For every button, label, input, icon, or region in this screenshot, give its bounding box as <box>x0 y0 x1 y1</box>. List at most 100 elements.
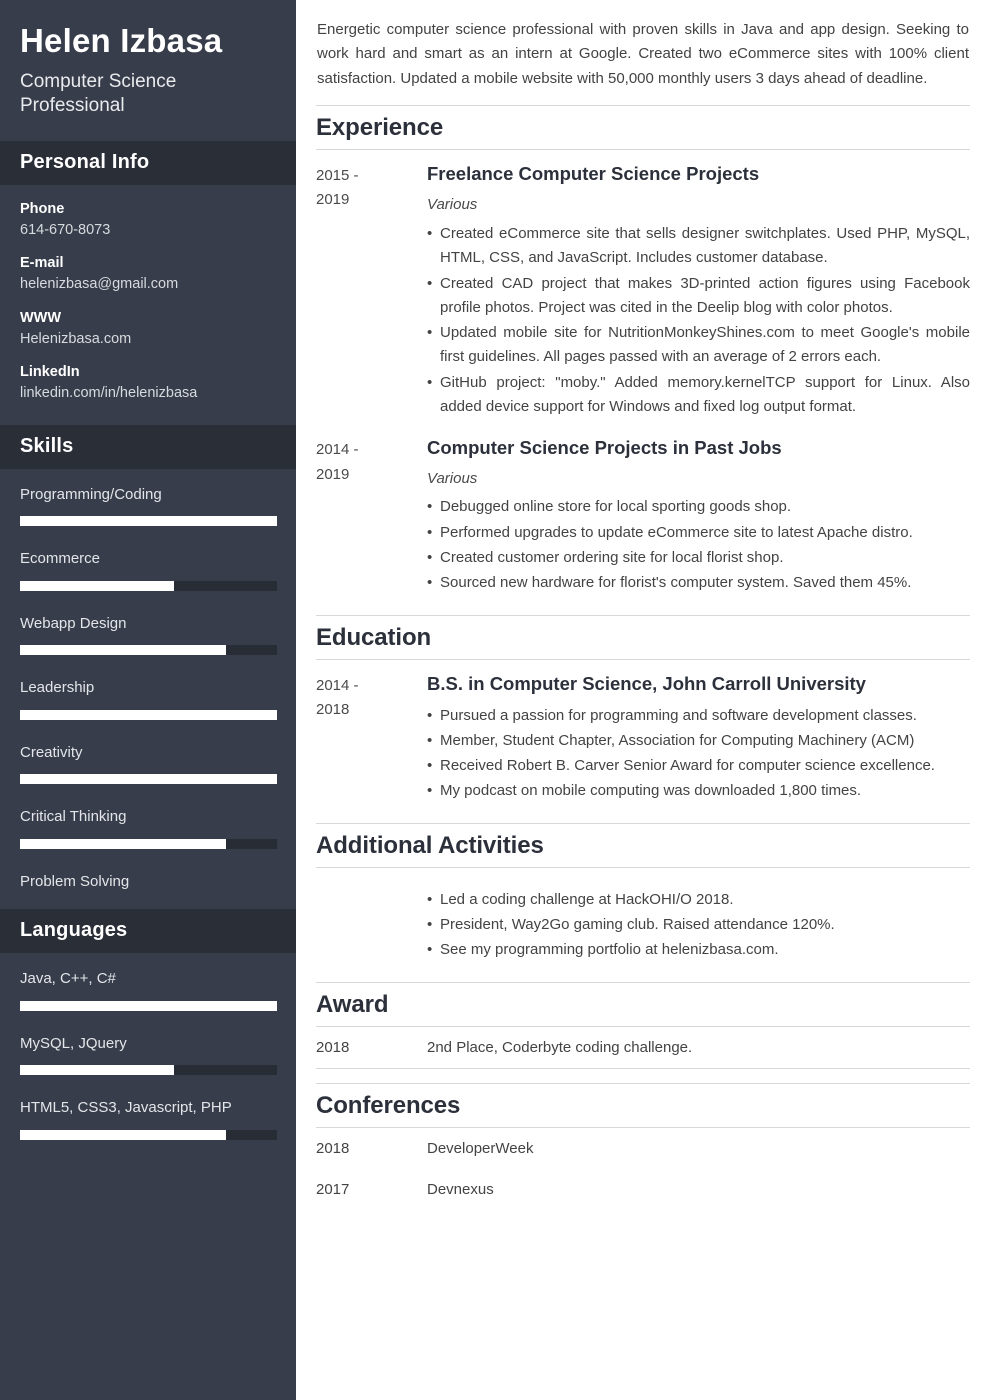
entry-title: Computer Science Projects in Past Jobs <box>427 437 782 459</box>
skill-label: Webapp Design <box>20 614 127 632</box>
personal-info-title: Personal Info <box>20 150 150 173</box>
skill-item: Creativity <box>20 743 277 785</box>
language-bar-track <box>20 1065 277 1076</box>
skill-bar-track <box>20 516 277 527</box>
section-title-wrap: Experience <box>316 104 970 150</box>
section-title-experience: Experience <box>316 113 444 141</box>
entry-body: Computer Science Projects in Past Jobs V… <box>427 436 970 596</box>
entry-date: 2015 - 2019 <box>316 162 427 420</box>
contact-item-phone: Phone 614-670-8073 <box>20 201 276 241</box>
entry-bullets: Pursued a passion for programming and so… <box>427 704 970 804</box>
contact-value[interactable]: helenizbasa@gmail.com <box>20 275 276 295</box>
conference-row: 2018 DeveloperWeek <box>316 1128 970 1169</box>
sidebar-header: Helen Izbasa Computer Science Profession… <box>0 0 296 141</box>
entry-subtitle: Various <box>427 470 478 488</box>
language-bar-track <box>20 1000 277 1011</box>
entry-date-from: 2014 - <box>316 441 359 459</box>
skill-label: Ecommerce <box>20 550 101 568</box>
bullet-item: Pursued a passion for programming and so… <box>427 704 970 729</box>
skills-list: Programming/Coding Ecommerce Webapp Desi… <box>0 469 296 910</box>
language-bar-track <box>20 1129 277 1140</box>
conference-date: 2017 <box>316 1181 350 1199</box>
contact-label: E-mail <box>20 255 64 272</box>
resume-document: Helen Izbasa Computer Science Profession… <box>0 0 990 1400</box>
section-title-wrap: Award <box>316 981 970 1027</box>
language-item: MySQL, JQuery <box>20 1034 277 1076</box>
entry-date-to: 2019 <box>316 465 350 483</box>
skill-label: Problem Solving <box>20 872 130 890</box>
contact-label: Phone <box>20 200 65 217</box>
language-label: Java, C++, C# <box>20 970 116 988</box>
entry-bullets: Led a coding challenge at HackOHI/O 2018… <box>427 888 970 963</box>
summary-paragraph: Energetic computer science professional … <box>317 21 969 87</box>
skill-bar-track <box>20 645 277 656</box>
entry-bullets: Debugged online store for local sporting… <box>427 495 970 595</box>
personal-info-list: Phone 614-670-8073 E-mail helenizbasa@gm… <box>0 185 296 425</box>
bullet-item: See my programming portfolio at helenizb… <box>427 938 970 963</box>
entry-date-empty <box>316 880 427 964</box>
entry-subtitle: Various <box>427 195 478 213</box>
skill-label: Critical Thinking <box>20 808 127 826</box>
entry-title: B.S. in Computer Science, John Carroll U… <box>427 672 866 694</box>
entry-date-from: 2015 - <box>316 166 359 184</box>
section-title-wrap: Education <box>316 614 970 660</box>
entry-date: 2014 - 2018 <box>316 672 427 805</box>
bullet-item: Created eCommerce site that sells design… <box>427 222 970 271</box>
language-label: HTML5, CSS3, Javascript, PHP <box>20 1099 232 1117</box>
conference-row: 2017 Devnexus <box>316 1169 970 1210</box>
entry-date-to: 2019 <box>316 191 350 209</box>
experience-entry: 2014 - 2019 Computer Science Projects in… <box>316 424 970 600</box>
education-entry: 2014 - 2018 B.S. in Computer Science, Jo… <box>316 660 970 809</box>
experience-entry: 2015 - 2019 Freelance Computer Science P… <box>316 150 970 424</box>
contact-value: 614-670-8073 <box>20 221 111 238</box>
bullet-item: Updated mobile site for NutritionMonkeyS… <box>427 321 970 370</box>
language-label: MySQL, JQuery <box>20 1034 127 1052</box>
skill-item: Leadership <box>20 678 277 720</box>
skill-label: Creativity <box>20 743 83 761</box>
bullet-item: Created CAD project that makes 3D-printe… <box>427 272 970 321</box>
entry-body: Freelance Computer Science Projects Vari… <box>427 162 970 420</box>
skill-bar-fill <box>20 838 226 849</box>
skill-item: Webapp Design <box>20 614 277 656</box>
bullet-item: Created customer ordering site for local… <box>427 546 970 571</box>
language-bar-fill <box>20 1065 175 1076</box>
contact-item-email: E-mail helenizbasa@gmail.com <box>20 255 276 295</box>
skill-bar-track <box>20 838 277 849</box>
sidebar: Helen Izbasa Computer Science Profession… <box>0 0 296 1400</box>
skill-item: Programming/Coding <box>20 485 277 527</box>
bullet-item: Member, Student Chapter, Association for… <box>427 729 970 754</box>
entry-date: 2014 - 2019 <box>316 436 427 596</box>
skill-bar-fill <box>20 709 277 720</box>
section-title-wrap: Additional Activities <box>316 822 970 868</box>
skills-title: Skills <box>20 434 74 457</box>
section-title-conferences: Conferences <box>316 1091 461 1119</box>
skill-item: Problem Solving <box>20 872 276 892</box>
entry-title: Freelance Computer Science Projects <box>427 162 760 184</box>
award-text: 2nd Place, Coderbyte coding challenge. <box>427 1038 693 1056</box>
skill-item: Ecommerce <box>20 549 277 591</box>
bullet-item: Led a coding challenge at HackOHI/O 2018… <box>427 888 970 913</box>
sidebar-section-header-skills: Skills <box>0 424 296 469</box>
section-conferences: Conferences 2018 DeveloperWeek 2017 Devn… <box>316 1082 970 1211</box>
conference-text: Devnexus <box>427 1181 494 1199</box>
entry-body: B.S. in Computer Science, John Carroll U… <box>427 672 970 805</box>
skill-bar-track <box>20 580 277 591</box>
contact-label: LinkedIn <box>20 364 80 381</box>
contact-value[interactable]: linkedin.com/in/helenizbasa <box>20 384 276 404</box>
sidebar-section-header-personal-info: Personal Info <box>0 140 296 185</box>
section-title-wrap: Conferences <box>316 1082 970 1128</box>
skill-bar-fill <box>20 645 226 656</box>
language-bar-fill <box>20 1000 277 1011</box>
section-title-education: Education <box>316 623 432 651</box>
contact-value[interactable]: Helenizbasa.com <box>20 330 276 350</box>
skill-bar-fill <box>20 580 175 591</box>
entry-bullets: Created eCommerce site that sells design… <box>427 222 970 419</box>
language-item: Java, C++, C# <box>20 969 277 1011</box>
bullet-item: Received Robert B. Carver Senior Award f… <box>427 754 970 779</box>
section-award: Award 2018 2nd Place, Coderbyte coding c… <box>316 981 970 1069</box>
award-row: 2018 2nd Place, Coderbyte coding challen… <box>316 1027 970 1069</box>
activities-entry: Led a coding challenge at HackOHI/O 2018… <box>316 868 970 968</box>
award-date: 2018 <box>316 1038 350 1056</box>
skill-bar-fill <box>20 516 277 527</box>
candidate-name: Helen Izbasa <box>20 22 223 59</box>
